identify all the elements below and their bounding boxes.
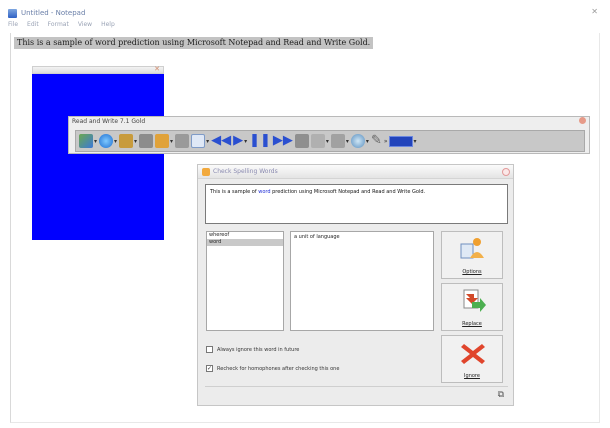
pause-icon: ❚❚	[249, 133, 271, 148]
options-button[interactable]: Options	[441, 231, 503, 279]
replace-icon	[458, 288, 488, 314]
check-spelling-dialog: Check Spelling Words This is a sample of…	[197, 164, 514, 406]
window-title: Untitled - Notepad	[21, 9, 86, 17]
highlighter-button[interactable]: ▾	[330, 134, 349, 148]
checkbox-box-checked[interactable]: ✓	[206, 365, 213, 372]
toolbar-select-box[interactable]	[388, 135, 413, 147]
prediction-window	[32, 74, 164, 240]
forward-icon: ▶▶	[272, 133, 293, 148]
dictionary-button[interactable]: ▾	[119, 134, 137, 148]
magnifier-button[interactable]: ▾	[350, 134, 369, 148]
menu-file[interactable]: File	[8, 21, 18, 31]
highlighter-icon	[330, 134, 345, 148]
speak-button[interactable]	[139, 134, 154, 148]
checkbox-label: Recheck for homophones after checking th…	[217, 365, 340, 372]
rewind-button[interactable]: ◀◀	[211, 134, 231, 148]
calculator-icon	[310, 134, 325, 148]
expand-button[interactable]: » ▾	[383, 135, 417, 147]
speaker-icon	[175, 134, 190, 148]
checkbox-label: Always ignore this word in future	[217, 346, 300, 353]
book-icon	[119, 134, 134, 148]
dialog-status-bar: ⧉	[205, 386, 508, 402]
close-icon[interactable]: ✕	[591, 7, 598, 16]
menu-edit[interactable]: Edit	[27, 21, 39, 31]
close-icon[interactable]	[579, 117, 586, 124]
globe-icon	[99, 134, 114, 148]
replace-label: Replace	[462, 321, 482, 327]
stop-button[interactable]	[294, 134, 309, 148]
play-icon: ▶	[233, 133, 244, 148]
notepad-icon	[8, 8, 17, 18]
definition-box: a unit of language	[290, 231, 434, 331]
web-button[interactable]: ▾	[99, 134, 117, 148]
dialog-title: Check Spelling Words	[213, 168, 278, 175]
notepad-text[interactable]: This is a sample of word prediction usin…	[14, 37, 374, 49]
replace-button[interactable]: Replace	[441, 283, 503, 331]
stop-icon	[294, 134, 309, 148]
sound-button[interactable]	[175, 134, 190, 148]
rewind-icon: ◀◀	[211, 133, 232, 148]
toolbar-title: Read and Write 7.1 Gold	[72, 118, 146, 125]
menu-bar: File Edit Format View Help	[8, 21, 115, 31]
menu-view[interactable]: View	[78, 21, 92, 31]
menu-format[interactable]: Format	[48, 21, 69, 31]
options-icon	[458, 236, 488, 262]
spell-check-button[interactable]: ▾	[79, 134, 97, 148]
x-icon	[458, 340, 488, 366]
dialog-titlebar: Check Spelling Words	[198, 165, 513, 179]
sentence-before: This is a sample of	[210, 189, 259, 195]
suggestion-item-selected[interactable]: word	[207, 239, 283, 246]
pause-button[interactable]: ❚❚	[249, 134, 271, 148]
always-ignore-checkbox[interactable]: Always ignore this word in future	[206, 346, 299, 353]
people-icon	[155, 134, 170, 148]
definition-text: a unit of language	[294, 234, 340, 240]
people-button[interactable]: ▾	[155, 134, 173, 148]
suggestion-item[interactable]: whereof	[207, 232, 283, 239]
calculator-button[interactable]: ▾	[310, 134, 329, 148]
close-icon[interactable]	[502, 168, 510, 176]
page-icon	[191, 134, 206, 148]
read-write-toolbar-window: Read and Write 7.1 Gold ▾ ▾ ▾ ▾ ▾ ◀◀ ▶ ▾ …	[68, 116, 590, 154]
checkbox-box[interactable]	[206, 346, 213, 353]
check-icon	[79, 134, 93, 148]
toolbar: ▾ ▾ ▾ ▾ ▾ ◀◀ ▶ ▾ ❚❚ ▶▶ ▾ ▾ ▾ ✎ » ▾	[75, 130, 585, 152]
page-button[interactable]: ▾	[191, 134, 209, 148]
menu-help[interactable]: Help	[101, 21, 115, 31]
ignore-button[interactable]: Ignore	[441, 335, 503, 383]
dialog-icon	[202, 168, 210, 176]
close-icon[interactable]: ✕	[154, 65, 160, 73]
recheck-homophones-checkbox[interactable]: ✓ Recheck for homophones after checking …	[206, 365, 339, 372]
sentence-box[interactable]: This is a sample of word prediction usin…	[205, 184, 508, 224]
pen-button[interactable]: ✎	[371, 134, 382, 148]
speaker-icon	[139, 134, 154, 148]
sentence-after: prediction using Microsoft Notepad and R…	[270, 189, 426, 195]
play-button[interactable]: ▶ ▾	[233, 134, 247, 148]
expand-icon: »	[383, 137, 388, 145]
resize-grip-icon[interactable]: ⧉	[498, 390, 504, 400]
notepad-titlebar: Untitled - Notepad ✕	[8, 7, 602, 19]
prediction-window-titlebar: ✕	[32, 65, 164, 74]
ignore-label: Ignore	[464, 373, 480, 379]
checked-word: word	[258, 189, 271, 195]
options-label: Options	[462, 269, 482, 275]
forward-button[interactable]: ▶▶	[273, 134, 293, 148]
magnifier-icon	[350, 134, 365, 148]
suggestion-list[interactable]: whereof word	[206, 231, 284, 331]
pen-icon: ✎	[370, 133, 382, 148]
